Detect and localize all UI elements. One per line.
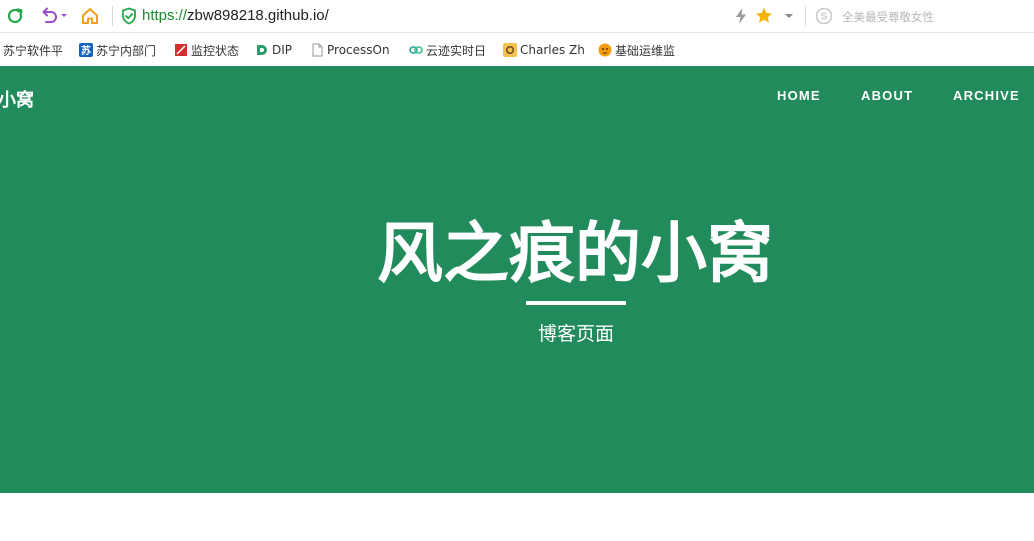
bookmark-item[interactable]: 云迹实时日 — [409, 41, 486, 59]
bookmark-label: 苏宁软件平 — [3, 43, 64, 58]
suning-icon: 苏 — [79, 43, 93, 57]
bookmark-item[interactable]: 苏 苏宁内部门 — [79, 41, 156, 59]
url-host: zbw898218.github.io/ — [187, 7, 329, 24]
site-header: 小窝 HOME ABOUT ARCHIVE 风之痕的小窝 博客页面 — [0, 66, 1034, 493]
nav-archive-link[interactable]: ARCHIVE — [953, 88, 1020, 103]
bookmark-label: 监控状态 — [191, 43, 240, 58]
separator — [112, 6, 113, 26]
home-button[interactable] — [79, 5, 101, 27]
secure-icon — [118, 5, 140, 27]
bookmark-label: 基础运维监 — [615, 43, 676, 58]
bookmark-item[interactable]: ProcessOn — [310, 41, 390, 59]
bookmarks-bar: 苏宁软件平 苏 苏宁内部门 监控状态 DIP ProcessOn 云迹实时日 C… — [0, 33, 1034, 66]
sogou-icon: S — [815, 7, 833, 25]
bookmark-label: Charles Zh — [520, 43, 585, 57]
separator — [805, 6, 806, 26]
bookmark-star-button[interactable] — [753, 5, 775, 27]
refresh-button[interactable] — [4, 5, 26, 27]
bookmark-item[interactable]: 基础运维监 — [598, 41, 675, 59]
bookmark-item[interactable]: DIP — [255, 41, 292, 59]
undo-icon — [42, 7, 67, 23]
bookmark-label: 云迹实时日 — [426, 43, 487, 58]
link-icon — [409, 43, 423, 57]
svg-text:苏: 苏 — [81, 44, 91, 57]
tiger-icon — [598, 43, 612, 57]
svg-text:S: S — [821, 12, 828, 23]
flash-button[interactable] — [730, 5, 752, 27]
page-title: 风之痕的小窝 — [377, 215, 773, 292]
dropdown-button[interactable] — [778, 5, 800, 27]
search-input[interactable]: 全美最受尊敬女性 — [842, 9, 934, 25]
avatar-icon — [503, 43, 517, 57]
home-icon — [82, 8, 98, 24]
url-scheme: https:// — [142, 7, 188, 24]
bookmark-label: 苏宁内部门 — [96, 43, 157, 58]
nav-about-link[interactable]: ABOUT — [861, 88, 913, 103]
title-divider — [526, 301, 626, 305]
url-field[interactable]: https://zbw898218.github.io/ — [142, 7, 329, 24]
search-engine-button[interactable]: S — [813, 5, 835, 27]
lightning-icon — [736, 8, 746, 24]
chevron-down-icon — [785, 14, 793, 18]
refresh-icon — [7, 8, 23, 24]
page-icon — [310, 43, 324, 57]
bookmark-item[interactable]: 监控状态 — [174, 41, 239, 59]
nav-home-link[interactable]: HOME — [777, 88, 821, 103]
bookmark-label: ProcessOn — [327, 43, 390, 57]
monitor-icon — [174, 43, 188, 57]
bookmark-item[interactable]: 苏宁软件平 — [3, 41, 63, 59]
star-icon — [756, 7, 772, 23]
page-subtitle: 博客页面 — [537, 323, 614, 345]
dip-icon — [255, 43, 269, 57]
site-brand[interactable]: 小窝 — [0, 86, 34, 112]
address-bar: https://zbw898218.github.io/ S 全美最受尊敬女性 — [0, 0, 1034, 33]
bookmark-label: DIP — [272, 43, 293, 57]
bookmark-item[interactable]: Charles Zh — [503, 41, 585, 59]
undo-button[interactable] — [36, 5, 70, 27]
